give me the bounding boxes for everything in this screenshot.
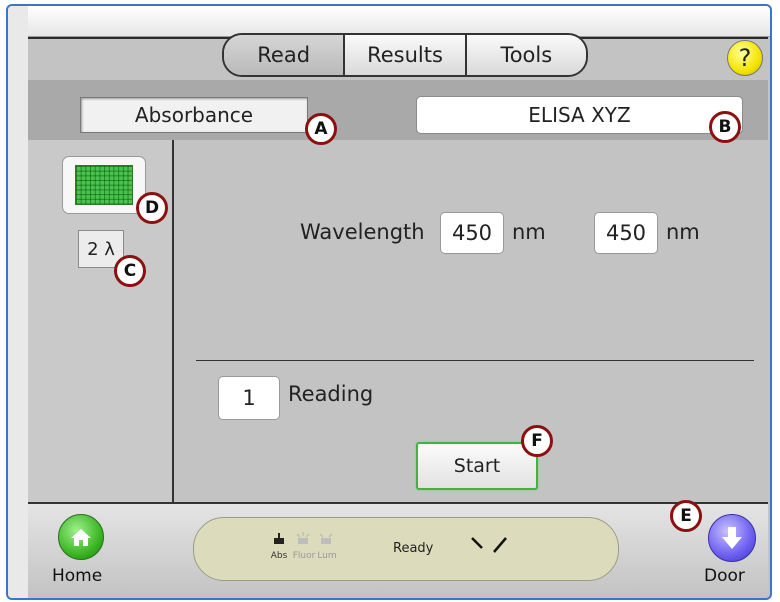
start-button[interactable]: Start — [416, 442, 538, 490]
mode-label-lum: Lum — [317, 551, 337, 561]
microplate-icon — [75, 165, 133, 205]
plate-type-button[interactable] — [62, 156, 146, 214]
mode-label-fluor: Fluor — [292, 551, 316, 561]
door-button[interactable] — [708, 514, 756, 562]
help-button[interactable]: ? — [727, 40, 763, 76]
home-label: Home — [52, 566, 103, 586]
section-divider — [196, 360, 754, 361]
light-path-icon — [471, 537, 507, 553]
tab-results[interactable]: Results — [343, 35, 465, 75]
reading-label: Reading — [288, 382, 374, 406]
tab-read[interactable]: Read — [224, 35, 344, 75]
luminescence-mode-icon — [319, 533, 333, 544]
callout-marker-b: B — [709, 111, 741, 143]
callout-marker-c: C — [114, 255, 146, 287]
reading-count-input[interactable]: 1 — [218, 376, 280, 420]
home-button[interactable] — [58, 514, 104, 560]
tab-bar: Read Results Tools — [222, 33, 588, 77]
door-arrow-icon — [722, 527, 742, 549]
wavelength-input-1[interactable]: 450 — [440, 212, 504, 254]
read-mode-field[interactable]: Absorbance — [80, 97, 308, 133]
fluorescence-mode-icon — [296, 532, 310, 544]
side-strip — [8, 6, 28, 598]
wavelength-unit-1: nm — [512, 220, 546, 244]
tab-tools[interactable]: Tools — [464, 35, 586, 75]
absorbance-mode-icon — [274, 533, 284, 544]
callout-marker-e: E — [670, 500, 702, 532]
protocol-name-field[interactable]: ELISA XYZ — [416, 96, 743, 134]
wavelength-input-2[interactable]: 450 — [594, 212, 658, 254]
wavelength-unit-2: nm — [666, 220, 700, 244]
door-label: Door — [704, 566, 745, 586]
callout-marker-d: D — [136, 192, 168, 224]
callout-marker-f: F — [521, 425, 553, 457]
callout-marker-a: A — [305, 113, 337, 145]
status-text: Ready — [393, 541, 434, 556]
mode-label-abs: Abs — [270, 551, 288, 561]
pane-divider — [172, 140, 174, 502]
wavelength-label: Wavelength — [300, 220, 425, 244]
home-icon — [71, 529, 91, 546]
